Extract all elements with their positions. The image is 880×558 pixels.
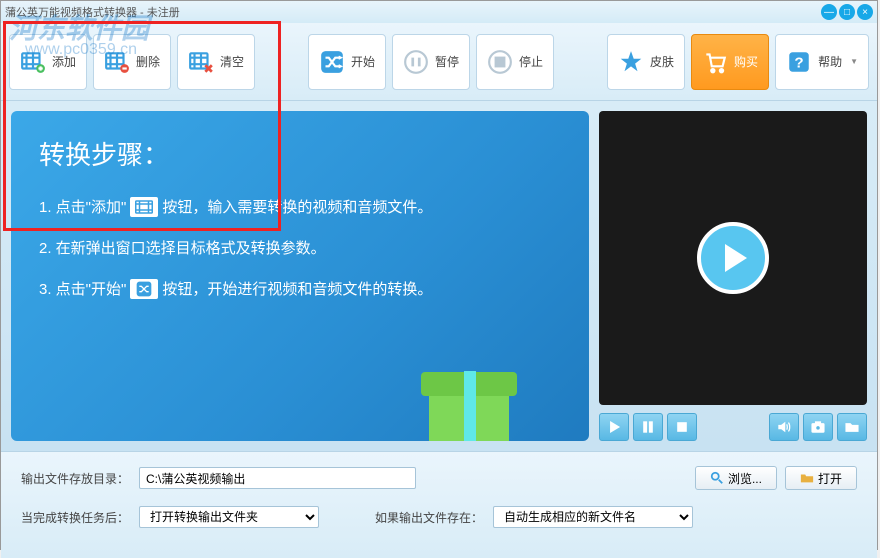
pause-label: 暂停 [435, 53, 459, 70]
star-icon [618, 49, 644, 75]
toolbar: 添加 删除 清空 开始 暂停 停止 皮肤 购买 [1, 23, 877, 101]
after-select[interactable]: 打开转换输出文件夹 [139, 506, 319, 528]
film-plus-icon [20, 49, 46, 75]
output-dir-row: 输出文件存放目录： 浏览... 打开 [21, 466, 857, 490]
delete-button[interactable]: 删除 [93, 34, 171, 90]
search-icon [710, 471, 724, 485]
shuffle-icon [319, 49, 345, 75]
film-x-icon [188, 49, 214, 75]
add-button[interactable]: 添加 [9, 34, 87, 90]
buy-button[interactable]: 购买 [691, 34, 769, 90]
guide-title: 转换步骤： [39, 135, 561, 172]
pause-button[interactable]: 暂停 [392, 34, 470, 90]
titlebar: 蒲公英万能视频格式转换器 - 未注册 — □ × [1, 1, 877, 23]
stop-icon [487, 49, 513, 75]
play-overlay-icon [697, 222, 769, 294]
skin-button[interactable]: 皮肤 [607, 34, 685, 90]
guide-panel: 转换步骤： 1. 点击"添加" 按钮，输入需要转换的视频和音频文件。 2. 在新… [11, 111, 589, 441]
svg-text:?: ? [794, 54, 803, 71]
add-label: 添加 [52, 53, 76, 70]
maximize-button[interactable]: □ [839, 4, 855, 20]
main-area: 转换步骤： 1. 点击"添加" 按钮，输入需要转换的视频和音频文件。 2. 在新… [1, 101, 877, 451]
pause-icon [403, 49, 429, 75]
output-dir-input[interactable] [139, 467, 416, 489]
film-icon [130, 197, 158, 217]
stop-label: 停止 [519, 53, 543, 70]
window-controls: — □ × [821, 4, 873, 20]
shuffle-icon [130, 279, 158, 299]
player-folder-button[interactable] [837, 413, 867, 441]
output-settings: 输出文件存放目录： 浏览... 打开 当完成转换任务后： 打开转换输出文件夹 如… [1, 451, 877, 558]
guide-step-1: 1. 点击"添加" 按钮，输入需要转换的视频和音频文件。 [39, 196, 561, 217]
guide-step-2: 2. 在新弹出窗口选择目标格式及转换参数。 [39, 237, 561, 258]
exist-label: 如果输出文件存在： [375, 509, 485, 526]
start-label: 开始 [351, 53, 375, 70]
help-icon: ? [786, 49, 812, 75]
after-row: 当完成转换任务后： 打开转换输出文件夹 如果输出文件存在： 自动生成相应的新文件… [21, 506, 857, 528]
folder-open-icon [800, 471, 814, 485]
player-snapshot-button[interactable] [803, 413, 833, 441]
clear-label: 清空 [220, 53, 244, 70]
video-preview[interactable] [599, 111, 867, 405]
buy-label: 购买 [734, 53, 758, 70]
cart-icon [702, 49, 728, 75]
help-button[interactable]: ? 帮助 ▼ [775, 34, 869, 90]
minimize-button[interactable]: — [821, 4, 837, 20]
player-controls [599, 413, 867, 441]
chevron-down-icon: ▼ [850, 57, 858, 66]
preview-panel [599, 111, 867, 441]
skin-label: 皮肤 [650, 53, 674, 70]
player-volume-button[interactable] [769, 413, 799, 441]
browse-button[interactable]: 浏览... [695, 466, 777, 490]
guide-step-3: 3. 点击"开始" 按钮，开始进行视频和音频文件的转换。 [39, 278, 561, 299]
after-label: 当完成转换任务后： [21, 509, 131, 526]
help-label: 帮助 [818, 53, 842, 70]
player-play-button[interactable] [599, 413, 629, 441]
stop-button[interactable]: 停止 [476, 34, 554, 90]
output-dir-label: 输出文件存放目录： [21, 470, 131, 487]
player-stop-button[interactable] [667, 413, 697, 441]
film-minus-icon [104, 49, 130, 75]
window-title: 蒲公英万能视频格式转换器 - 未注册 [5, 4, 180, 20]
clear-button[interactable]: 清空 [177, 34, 255, 90]
close-button[interactable]: × [857, 4, 873, 20]
guide-steps: 1. 点击"添加" 按钮，输入需要转换的视频和音频文件。 2. 在新弹出窗口选择… [39, 196, 561, 299]
start-button[interactable]: 开始 [308, 34, 386, 90]
player-pause-button[interactable] [633, 413, 663, 441]
delete-label: 删除 [136, 53, 160, 70]
open-button[interactable]: 打开 [785, 466, 857, 490]
gift-decoration [409, 341, 529, 441]
app-window: 蒲公英万能视频格式转换器 - 未注册 — □ × 添加 删除 清空 开始 暂停 [0, 0, 878, 550]
exist-select[interactable]: 自动生成相应的新文件名 [493, 506, 693, 528]
